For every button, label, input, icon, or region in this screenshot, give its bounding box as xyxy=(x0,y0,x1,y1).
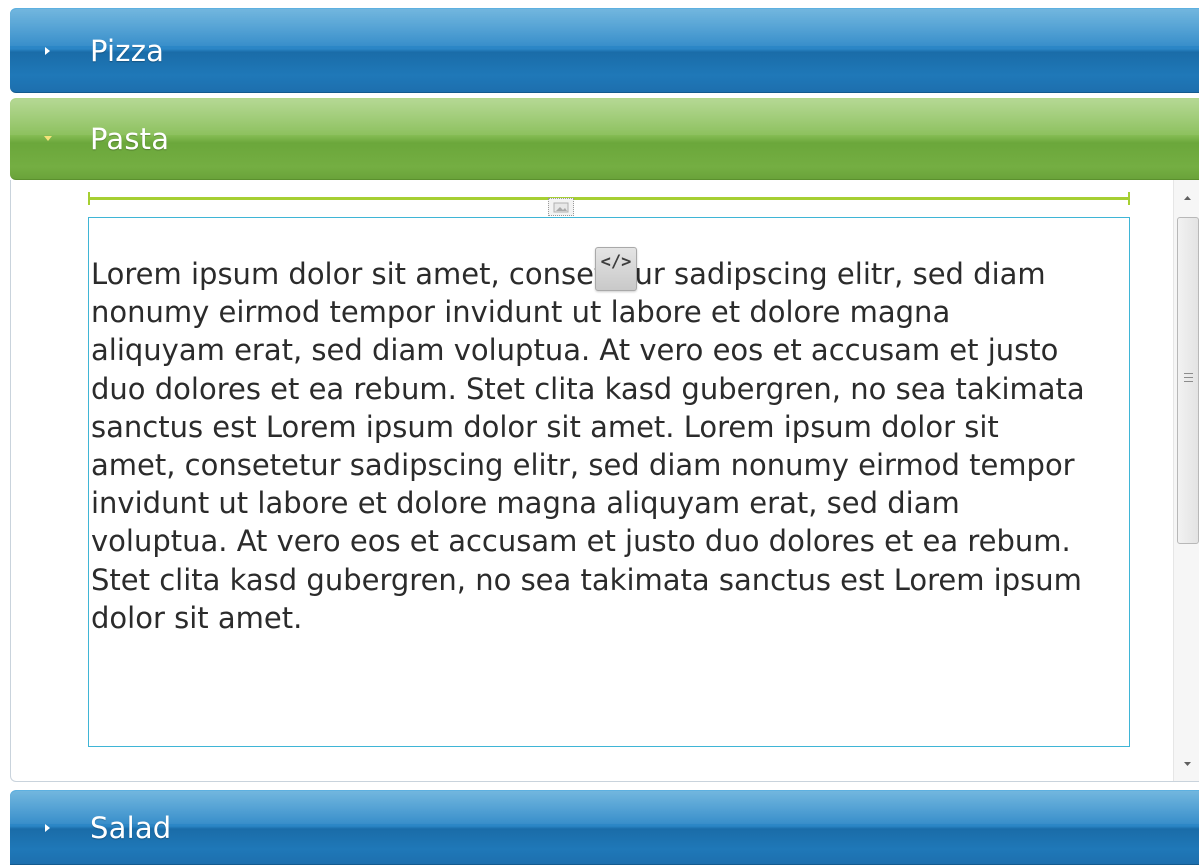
content-text[interactable]: Lorem ipsum dolor sit amet, consetetur s… xyxy=(91,255,1091,637)
accordion-title: Pasta xyxy=(90,122,170,156)
code-view-icon[interactable]: </> xyxy=(595,247,637,291)
scroll-up-button[interactable] xyxy=(1174,180,1199,216)
selection-ruler xyxy=(88,192,1130,205)
accordion-panel-pasta: Lorem ipsum dolor sit amet, consetetur s… xyxy=(10,180,1199,782)
vertical-scrollbar[interactable] xyxy=(1173,180,1199,781)
scroll-thumb[interactable] xyxy=(1177,217,1199,544)
grip-icon xyxy=(1184,373,1193,382)
accordion-header-pasta[interactable]: Pasta xyxy=(10,98,1199,180)
accordion-title: Salad xyxy=(90,810,172,845)
accordion-header-pizza[interactable]: Pizza xyxy=(10,8,1199,93)
image-placeholder-icon[interactable] xyxy=(548,198,574,216)
accordion: Pizza Pasta Lorem ipsum dolor sit amet, … xyxy=(0,0,1199,865)
expanded-arrow-icon xyxy=(42,133,52,145)
collapsed-arrow-icon xyxy=(42,45,52,57)
scroll-down-button[interactable] xyxy=(1174,746,1199,781)
accordion-header-salad[interactable]: Salad xyxy=(10,790,1199,865)
collapsed-arrow-icon xyxy=(42,822,52,834)
accordion-title: Pizza xyxy=(90,33,165,68)
